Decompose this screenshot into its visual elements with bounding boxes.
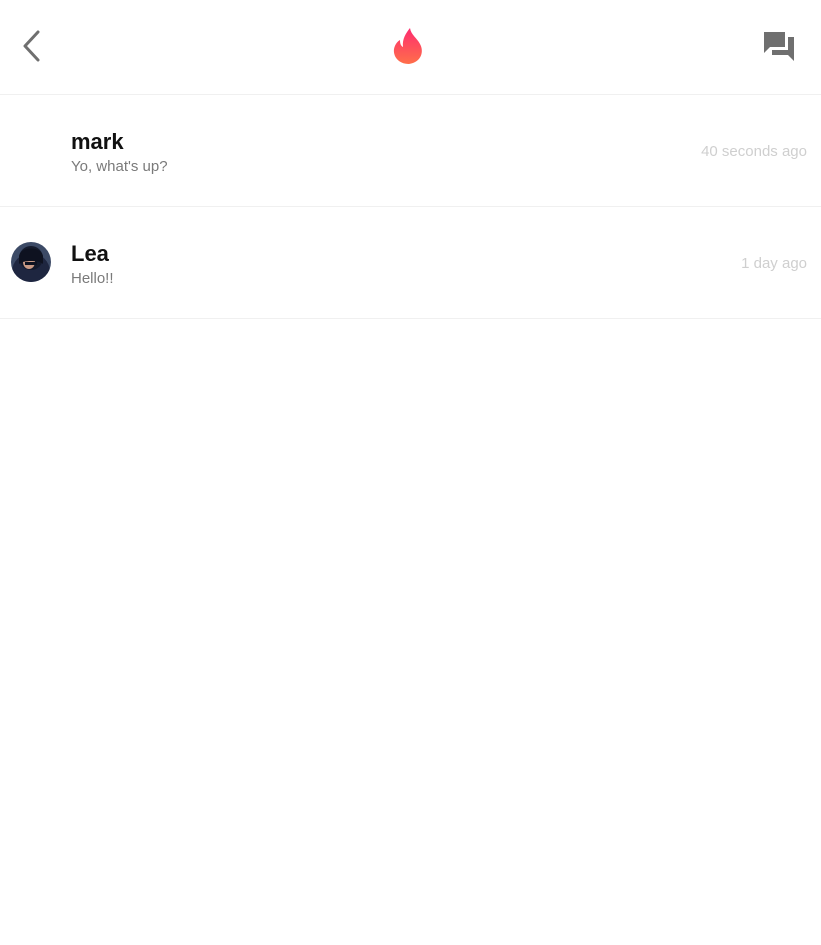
conversation-row-lea[interactable]: Lea Hello!! 1 day ago <box>0 207 821 319</box>
last-message: Hello!! <box>71 270 114 287</box>
chat-bubbles-button[interactable] <box>759 26 799 66</box>
avatar <box>11 130 51 170</box>
contact-name: mark <box>71 129 124 154</box>
conversation-list: mark Yo, what's up? 40 seconds ago Lea H… <box>0 95 821 319</box>
contact-name: Lea <box>71 241 109 266</box>
flame-logo-icon[interactable] <box>390 26 428 66</box>
chevron-left-icon <box>23 30 40 62</box>
chat-bubbles-icon <box>764 32 794 61</box>
messages-page: mark Yo, what's up? 40 seconds ago Lea H… <box>0 0 821 945</box>
message-time: 40 seconds ago <box>701 143 807 160</box>
last-message: Yo, what's up? <box>71 158 168 175</box>
message-time: 1 day ago <box>741 255 807 272</box>
top-bar <box>0 0 821 95</box>
back-button[interactable] <box>14 26 50 66</box>
conversation-row-mark[interactable]: mark Yo, what's up? 40 seconds ago <box>0 95 821 207</box>
avatar <box>11 242 51 282</box>
